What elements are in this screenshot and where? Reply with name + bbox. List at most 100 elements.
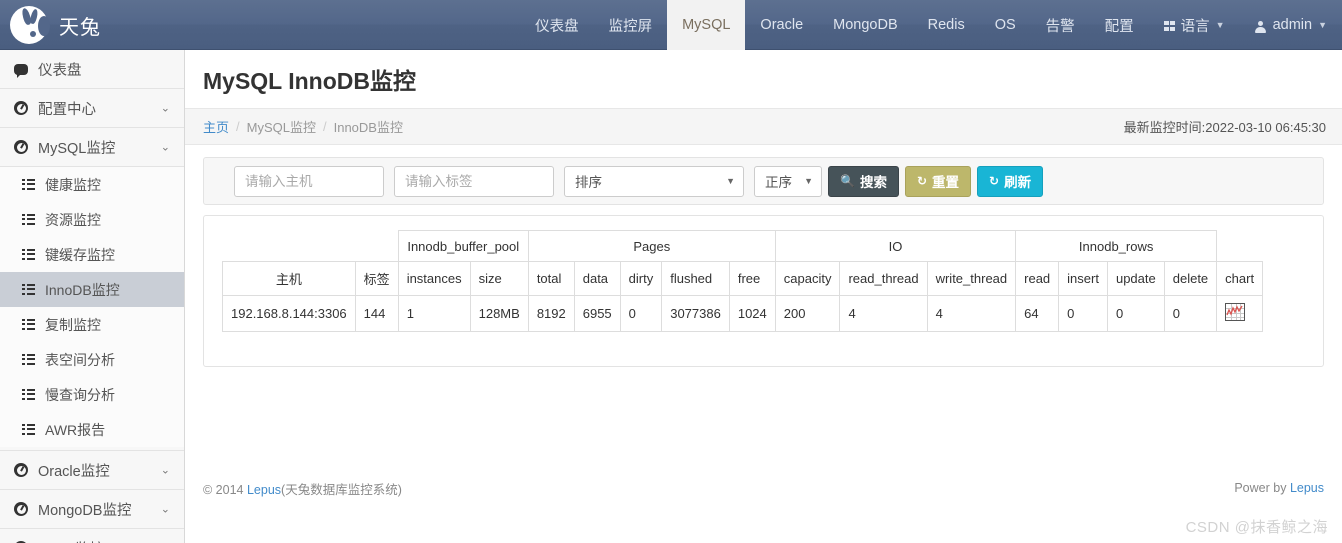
- nav-item-language[interactable]: 语言 ▼: [1149, 0, 1240, 50]
- sidebar-item-slow-query-analysis[interactable]: 慢查询分析: [0, 377, 184, 412]
- breadcrumb-item-home[interactable]: 主页: [203, 117, 229, 136]
- dashboard-icon: [14, 140, 28, 154]
- lepus-power-link[interactable]: Lepus: [1290, 481, 1324, 495]
- column-header-free[interactable]: free: [728, 261, 776, 296]
- sidebar-item-resource-monitor[interactable]: 资源监控: [0, 202, 184, 237]
- tag-input[interactable]: [394, 165, 554, 197]
- nav-item-config[interactable]: 配置: [1090, 0, 1149, 50]
- sort-select-value: 排序: [575, 175, 602, 190]
- list-icon: [22, 319, 35, 330]
- breadcrumb-item-mysql-monitor[interactable]: MySQL监控: [247, 117, 316, 136]
- column-header-read-thread[interactable]: read_thread: [839, 261, 928, 296]
- list-icon: [22, 179, 35, 190]
- column-header-size[interactable]: size: [469, 261, 529, 296]
- sidebar-item-config-center[interactable]: 配置中心 ⌄: [0, 89, 184, 128]
- breadcrumb-separator: /: [322, 119, 327, 134]
- order-select[interactable]: 正序 ▼: [754, 165, 822, 197]
- column-header-write-thread[interactable]: write_thread: [926, 261, 1017, 296]
- column-header-delete[interactable]: delete: [1163, 261, 1218, 296]
- sidebar-item-oracle-monitor[interactable]: Oracle监控 ⌄: [0, 451, 184, 490]
- table-row[interactable]: 192.168.8.144:3306 144 1 128MB 8192 6955…: [222, 295, 1264, 332]
- nav-item-label: Redis: [927, 17, 965, 33]
- refresh-button-label: 刷新: [1004, 175, 1032, 190]
- sidebar-item-innodb-monitor[interactable]: InnoDB监控: [0, 272, 184, 307]
- nav-item-mysql[interactable]: MySQL: [667, 0, 746, 50]
- reset-button[interactable]: ↻ 重置: [904, 165, 972, 197]
- sidebar-item-replication-monitor[interactable]: 复制监控: [0, 307, 184, 342]
- column-header-insert[interactable]: insert: [1058, 261, 1108, 296]
- sidebar[interactable]: 仪表盘 配置中心 ⌄ MySQL监控 ⌄ 健康监控 资源监控 键缓存监控 Inn…: [0, 50, 185, 543]
- refresh-button[interactable]: ↻ 刷新: [977, 165, 1044, 197]
- filter-toolbar: 排序 ▼ 正序 ▼ 🔍 搜索 ↻ 重置 ↻ 刷新: [203, 157, 1324, 205]
- search-button-label: 搜索: [859, 175, 887, 190]
- column-header-total[interactable]: total: [527, 261, 575, 296]
- sidebar-item-mongodb-monitor[interactable]: MongoDB监控 ⌄: [0, 490, 184, 529]
- dashboard-icon: [14, 463, 28, 477]
- sidebar-item-tablespace-analysis[interactable]: 表空间分析: [0, 342, 184, 377]
- sidebar-item-mysql-monitor[interactable]: MySQL监控 ⌄: [0, 128, 184, 167]
- group-header-pages: Pages: [527, 230, 776, 262]
- cell-data: 6955: [573, 295, 621, 332]
- footer-powered-by: Power by Lepus: [1234, 481, 1324, 495]
- line-chart-icon[interactable]: [1225, 303, 1246, 321]
- nav-item-mongodb[interactable]: MongoDB: [818, 0, 912, 50]
- nav-item-redis[interactable]: Redis: [913, 0, 980, 50]
- nav-item-label: 告警: [1045, 18, 1075, 35]
- search-button[interactable]: 🔍 搜索: [828, 165, 899, 197]
- host-input[interactable]: [234, 165, 384, 197]
- nav-item-label: MySQL: [682, 17, 731, 33]
- chevron-down-icon: ▼: [1318, 20, 1327, 30]
- column-header-instances[interactable]: instances: [397, 261, 471, 296]
- cell-capacity: 200: [774, 295, 841, 332]
- nav-item-label: OS: [994, 17, 1016, 33]
- language-label: 语言: [1180, 18, 1210, 35]
- nav-item-user[interactable]: admin ▼: [1240, 0, 1342, 50]
- refresh-icon: ↻: [989, 174, 1000, 188]
- nav-item-os[interactable]: OS: [980, 0, 1031, 50]
- column-header-host[interactable]: 主机: [222, 261, 356, 296]
- sidebar-item-label: 复制监控: [45, 316, 101, 333]
- column-header-chart[interactable]: chart: [1216, 261, 1264, 296]
- sidebar-item-label: 健康监控: [45, 176, 101, 193]
- sidebar-item-label: AWR报告: [45, 421, 106, 438]
- sidebar-item-dashboard[interactable]: 仪表盘: [0, 50, 184, 89]
- navbar-spacer: [185, 0, 520, 49]
- column-header-read[interactable]: read: [1015, 261, 1060, 296]
- brand[interactable]: 天兔: [0, 0, 185, 50]
- copyright-suffix: (天兔数据库监控系统): [281, 482, 402, 497]
- column-header-capacity[interactable]: capacity: [774, 261, 841, 296]
- chat-icon: [14, 63, 28, 78]
- sort-select[interactable]: 排序 ▼: [564, 165, 744, 197]
- column-header-dirty[interactable]: dirty: [619, 261, 663, 296]
- cell-delete: 0: [1163, 295, 1218, 332]
- main-content: MySQL InnoDB监控 主页 / MySQL监控 / InnoDB监控 最…: [185, 50, 1342, 543]
- column-header-update[interactable]: update: [1106, 261, 1165, 296]
- breadcrumb-item-innodb-monitor: InnoDB监控: [333, 120, 403, 135]
- cell-tag: 144: [354, 295, 399, 332]
- nav-item-oracle[interactable]: Oracle: [745, 0, 818, 50]
- cell-chart[interactable]: [1216, 295, 1264, 332]
- page-title: MySQL InnoDB监控: [203, 68, 416, 94]
- last-update-time: 最新监控时间:2022-03-10 06:45:30: [1123, 120, 1326, 135]
- cell-free: 1024: [728, 295, 776, 332]
- group-header-blank-left: [222, 230, 399, 262]
- nav-item-monitor-screen[interactable]: 监控屏: [594, 0, 668, 50]
- lepus-link[interactable]: Lepus: [247, 483, 281, 497]
- nav-item-dashboard[interactable]: 仪表盘: [520, 0, 594, 50]
- sidebar-item-label: MySQL监控: [38, 140, 116, 157]
- nav-item-label: 配置: [1104, 18, 1134, 35]
- group-header-buffer-pool: Innodb_buffer_pool: [397, 230, 529, 262]
- group-header-blank-right: [1216, 230, 1264, 262]
- table-head: Innodb_buffer_pool Pages IO Innodb_rows …: [222, 230, 1264, 296]
- sidebar-item-health-monitor[interactable]: 健康监控: [0, 167, 184, 202]
- chevron-down-icon: ▼: [804, 176, 813, 186]
- column-header-flushed[interactable]: flushed: [661, 261, 730, 296]
- sidebar-item-redis-monitor[interactable]: Redis监控 ⌄: [0, 529, 184, 543]
- sidebar-item-awr-report[interactable]: AWR报告: [0, 412, 184, 447]
- user-label: admin: [1272, 17, 1313, 33]
- column-header-tag[interactable]: 标签: [354, 261, 399, 296]
- rabbit-logo-icon: [10, 6, 50, 44]
- sidebar-item-key-cache-monitor[interactable]: 键缓存监控: [0, 237, 184, 272]
- nav-item-alarm[interactable]: 告警: [1031, 0, 1090, 50]
- column-header-data[interactable]: data: [573, 261, 621, 296]
